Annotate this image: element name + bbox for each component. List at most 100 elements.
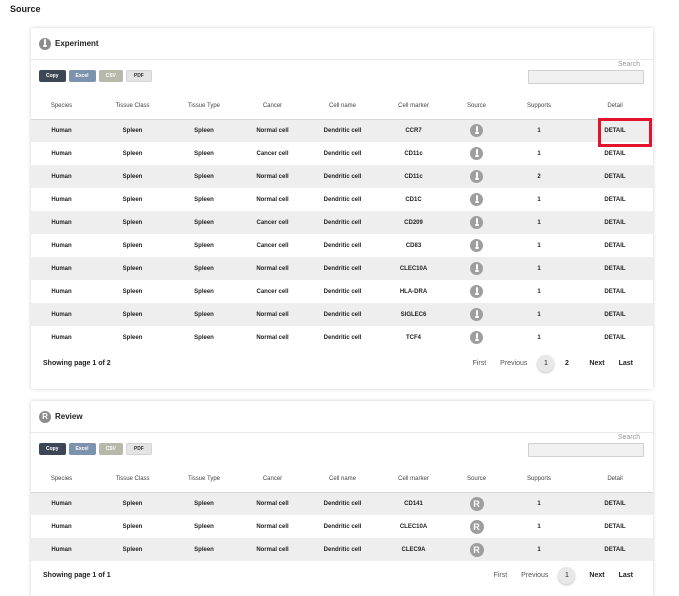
experiment-source-icon[interactable]: [470, 239, 483, 252]
detail-link[interactable]: DETAIL: [604, 220, 625, 226]
detail-link[interactable]: DETAIL: [604, 266, 625, 272]
experiment-source-icon[interactable]: [470, 308, 483, 321]
cell-marker: CD209: [375, 211, 452, 234]
first-page-button[interactable]: First: [473, 360, 487, 367]
review-icon: R: [39, 410, 51, 423]
detail-link[interactable]: DETAIL: [604, 547, 625, 553]
cell-cancer: Normal cell: [235, 538, 310, 561]
cell-cell-name: Dendritic cell: [310, 165, 375, 188]
next-page-button[interactable]: Next: [589, 572, 604, 579]
detail-link[interactable]: DETAIL: [604, 243, 625, 249]
copy-button[interactable]: Copy: [39, 70, 66, 82]
detail-link[interactable]: DETAIL: [604, 335, 625, 341]
experiment-toolbar: Copy Excel CSV PDF Search: [31, 60, 653, 94]
pagination: First Previous 1 Next Last: [480, 567, 633, 584]
detail-link[interactable]: DETAIL: [604, 501, 625, 507]
column-header[interactable]: Source: [452, 94, 501, 120]
column-header[interactable]: Tissue Class: [92, 467, 173, 493]
review-source-icon[interactable]: R: [469, 519, 484, 534]
pdf-button[interactable]: PDF: [125, 70, 152, 82]
cell-marker: CD141: [375, 492, 452, 515]
experiment-source-icon[interactable]: [470, 170, 483, 183]
next-page-button[interactable]: Next: [589, 360, 604, 367]
cell-tissue-type: Spleen: [194, 288, 214, 295]
table-row: Human Spleen Spleen Normal cell Dendritic ce…: [31, 257, 653, 280]
cell-tissue-type: Spleen: [173, 257, 235, 280]
cell-cancer: Normal cell: [235, 257, 310, 280]
detail-link[interactable]: DETAIL: [604, 289, 625, 295]
detail-link[interactable]: DETAIL: [604, 151, 625, 157]
review-title: Review: [55, 412, 83, 421]
cell-supports: 1: [501, 119, 577, 142]
experiment-title: Experiment: [55, 39, 99, 48]
pagination: First Previous 1 2 Next Last: [459, 355, 633, 372]
cell-tissue-class: Spleen: [92, 165, 173, 188]
experiment-source-icon[interactable]: [470, 124, 483, 138]
last-page-button[interactable]: Last: [619, 572, 633, 579]
column-header[interactable]: Cancer: [235, 94, 310, 120]
column-header[interactable]: Detail: [577, 467, 653, 493]
review-source-icon[interactable]: R: [469, 496, 484, 511]
experiment-source-icon[interactable]: [470, 216, 483, 229]
detail-link[interactable]: DETAIL: [604, 128, 625, 134]
copy-button[interactable]: Copy: [39, 443, 66, 455]
excel-button[interactable]: Excel: [68, 443, 96, 455]
excel-button[interactable]: Excel: [68, 70, 96, 82]
cell-source: [452, 188, 501, 211]
column-header[interactable]: Tissue Type: [173, 94, 235, 120]
column-header[interactable]: Cell marker: [375, 467, 452, 493]
detail-link[interactable]: DETAIL: [604, 524, 625, 530]
column-header[interactable]: Supports: [501, 94, 577, 120]
previous-page-button[interactable]: Previous: [521, 572, 548, 579]
table-row: Human Spleen Spleen Normal cell Dendritic ce…: [31, 515, 653, 538]
cell-source: [452, 326, 501, 349]
cell-cancer: Normal cell: [235, 303, 310, 326]
column-header[interactable]: Cell name: [310, 467, 375, 493]
review-source-icon[interactable]: R: [469, 542, 484, 557]
experiment-source-icon[interactable]: [470, 331, 483, 344]
column-header[interactable]: Tissue Type: [173, 467, 235, 493]
column-header[interactable]: Tissue Class: [92, 94, 173, 120]
experiment-source-icon[interactable]: [470, 262, 483, 275]
column-header[interactable]: Supports: [501, 467, 577, 493]
cell-source: [452, 142, 501, 165]
page-1-button[interactable]: 1: [558, 567, 576, 584]
cell-supports: 1: [537, 334, 541, 341]
cell-source: [452, 211, 501, 234]
search-input[interactable]: [528, 70, 644, 84]
pdf-button[interactable]: PDF: [125, 443, 152, 455]
detail-link[interactable]: DETAIL: [604, 312, 625, 318]
first-page-button[interactable]: First: [494, 572, 508, 579]
previous-page-button[interactable]: Previous: [500, 360, 527, 367]
column-header[interactable]: Species: [31, 94, 92, 120]
page-2-button[interactable]: 2: [558, 355, 575, 372]
column-header[interactable]: Cell name: [310, 94, 375, 120]
search-input[interactable]: [528, 443, 644, 457]
cell-cell-name: Dendritic cell: [323, 523, 362, 530]
csv-button[interactable]: CSV: [98, 443, 123, 455]
table-header-row: Species Tissue Class Tissue Type Cancer Cell…: [31, 94, 653, 120]
cell-source: R: [452, 492, 501, 515]
experiment-source-icon[interactable]: [470, 147, 483, 160]
cell-cell-name: Dendritic cell: [310, 211, 375, 234]
csv-button[interactable]: CSV: [98, 70, 123, 82]
search-label: Search: [617, 61, 640, 68]
cell-detail: DETAIL: [577, 211, 653, 234]
experiment-source-icon[interactable]: [470, 193, 483, 206]
page-1-button[interactable]: 1: [537, 355, 555, 372]
cell-species: Human: [31, 538, 92, 561]
table-row: Human Spleen Spleen Cancer cell Dendritic ce…: [31, 234, 653, 257]
experiment-source-icon[interactable]: [470, 285, 483, 298]
column-header[interactable]: Cell marker: [375, 94, 452, 120]
column-header[interactable]: Cancer: [235, 467, 310, 493]
table-row: Human Spleen Spleen Cancer cell Dendritic ce…: [31, 142, 653, 165]
detail-link[interactable]: DETAIL: [604, 197, 625, 203]
column-header[interactable]: Species: [31, 467, 92, 493]
last-page-button[interactable]: Last: [619, 360, 633, 367]
column-header[interactable]: Source: [452, 467, 501, 493]
review-toolbar: Copy Excel CSV PDF Search: [31, 433, 653, 467]
cell-detail: DETAIL: [577, 326, 653, 349]
column-header[interactable]: Detail: [577, 94, 653, 120]
cell-marker: CCR7: [375, 119, 452, 142]
detail-link[interactable]: DETAIL: [604, 174, 625, 180]
